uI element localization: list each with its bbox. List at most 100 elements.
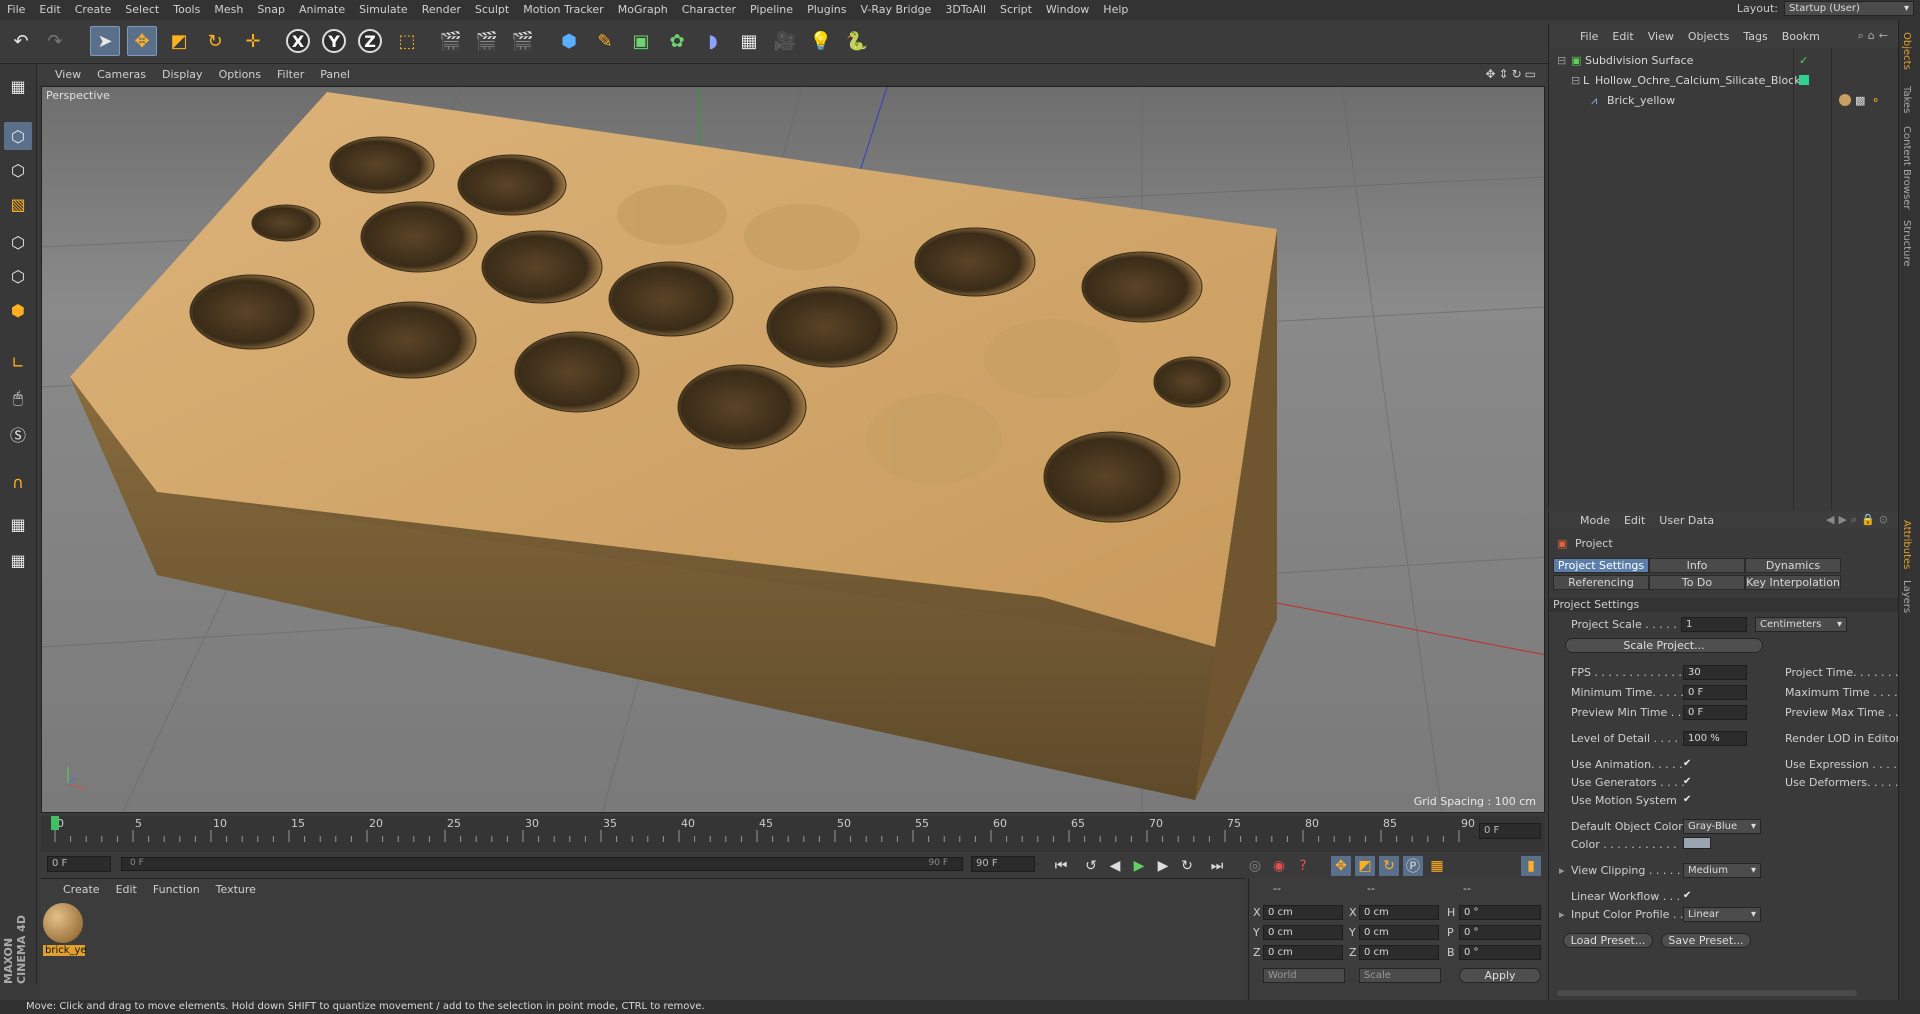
model-mode-icon[interactable]: ⬡ [4, 122, 32, 150]
material-swatch[interactable]: brick_ye [43, 903, 87, 961]
vp-menu-filter[interactable]: Filter [269, 68, 312, 81]
linear-workflow-checkbox[interactable]: ✔ [1683, 890, 1694, 901]
obj-menu-file[interactable]: File [1573, 30, 1605, 43]
select-tool-icon[interactable]: ➤ [90, 26, 120, 56]
z-axis-lock-icon[interactable]: Z [355, 26, 385, 56]
magnet-icon[interactable]: ∩ [4, 468, 32, 496]
object-row-brick[interactable]: ⩘ Brick_yellow ▩ ⚬ [1549, 91, 1895, 110]
input-profile-dropdown[interactable]: Linear ▾ [1683, 907, 1761, 922]
mat-menu-edit[interactable]: Edit [108, 883, 145, 896]
scale-project-button[interactable]: Scale Project... [1565, 638, 1763, 653]
edges-mode-icon[interactable]: ⬡ [4, 262, 32, 290]
obj-menu-edit[interactable]: Edit [1605, 30, 1640, 43]
menu-script[interactable]: Script [993, 0, 1039, 20]
make-editable-icon[interactable]: ▦ [4, 72, 32, 100]
size-y-field[interactable]: 0 cm [1359, 925, 1439, 940]
cube-primitive-icon[interactable]: ⬢ [554, 26, 584, 56]
menu-simulate[interactable]: Simulate [352, 0, 415, 20]
attr-nav-icons[interactable]: ◀▶⌕🔒⊙ [1826, 513, 1898, 527]
apply-button[interactable]: Apply [1459, 968, 1541, 983]
obj-menu-view[interactable]: View [1641, 30, 1681, 43]
tab-dynamics[interactable]: Dynamics [1745, 558, 1841, 573]
snapping-icon[interactable]: Ⓢ [4, 420, 32, 448]
rotation-b-field[interactable]: 0 ° [1459, 945, 1541, 960]
key-position-icon[interactable]: ✥ [1331, 856, 1351, 876]
mat-menu-create[interactable]: Create [55, 883, 108, 896]
color-swatch[interactable] [1683, 837, 1711, 849]
menu-edit[interactable]: Edit [32, 0, 67, 20]
menu-create[interactable]: Create [68, 0, 119, 20]
end-frame-field[interactable]: 90 F [971, 856, 1035, 872]
tab-project-settings[interactable]: Project Settings [1553, 558, 1649, 573]
menu-animate[interactable]: Animate [292, 0, 352, 20]
axis-mode-icon[interactable]: ∟ [4, 348, 32, 376]
render-view-icon[interactable]: 🎬 [436, 26, 466, 56]
menu-sculpt[interactable]: Sculpt [468, 0, 516, 20]
key-parameter-icon[interactable]: Ⓟ [1403, 856, 1423, 876]
rotation-h-field[interactable]: 0 ° [1459, 905, 1541, 920]
expand-arrow-icon[interactable]: ▸ [1559, 908, 1565, 921]
keyframe-selection-icon[interactable]: ? [1293, 856, 1313, 876]
menu-tools[interactable]: Tools [166, 0, 207, 20]
key-rotation-icon[interactable]: ↻ [1379, 856, 1399, 876]
spline-pen-icon[interactable]: ✎ [590, 26, 620, 56]
position-x-field[interactable]: 0 cm [1263, 905, 1343, 920]
light-icon[interactable]: 💡 [806, 26, 836, 56]
menu-mesh[interactable]: Mesh [207, 0, 250, 20]
lod-field[interactable]: 100 % [1683, 731, 1747, 746]
use-motion-checkbox[interactable]: ✔ [1683, 794, 1694, 805]
deformer-icon[interactable]: ◗ [698, 26, 728, 56]
3d-viewport[interactable]: Perspective Grid Spacing : 100 cm [41, 86, 1545, 813]
object-row-block[interactable]: ⊟ L Hollow_Ochre_Calcium_Silicate_Block [1549, 71, 1895, 90]
menu-window[interactable]: Window [1039, 0, 1096, 20]
play-forward-icon[interactable]: ▶ [1129, 856, 1149, 876]
menu-character[interactable]: Character [675, 0, 743, 20]
points-mode-icon[interactable]: ⬡ [4, 228, 32, 256]
camera-icon[interactable]: 🎥 [770, 26, 800, 56]
subdivision-generator-icon[interactable]: ▣ [626, 26, 656, 56]
tab-info[interactable]: Info [1649, 558, 1745, 573]
search-icon[interactable]: ⌕⌂← [1858, 29, 1898, 43]
view-clipping-dropdown[interactable]: Medium ▾ [1683, 863, 1761, 878]
next-key-icon[interactable]: ↻ [1177, 856, 1197, 876]
mat-menu-function[interactable]: Function [145, 883, 208, 896]
menu-file[interactable]: File [0, 0, 32, 20]
timeline-ruler[interactable]: 0 5 10 15 20 25 30 35 40 45 50 55 60 65 70 75 80 85 90 0 F [41, 816, 1545, 852]
menu-help[interactable]: Help [1096, 0, 1135, 20]
cloner-icon[interactable]: ✿ [662, 26, 692, 56]
scale-tool-icon[interactable]: ◩ [164, 26, 194, 56]
viewport-nav-icons[interactable]: ✥⇕↻▭ [1485, 67, 1545, 81]
timeline-window-icon[interactable]: ▮ [1521, 856, 1541, 876]
menu-snap[interactable]: Snap [250, 0, 292, 20]
autokey-icon[interactable]: ◉ [1269, 856, 1289, 876]
floor-scene-icon[interactable]: ▦ [734, 26, 764, 56]
key-pla-icon[interactable]: ▦ [1427, 856, 1447, 876]
go-to-end-icon[interactable]: ⏭ [1207, 856, 1227, 876]
obj-menu-objects[interactable]: Objects [1681, 30, 1737, 43]
material-tag-icon[interactable] [1839, 94, 1851, 106]
tweak-mode-icon[interactable]: 🖱 [4, 384, 32, 412]
menu-3dtoall[interactable]: 3DToAll [938, 0, 993, 20]
menu-mograph[interactable]: MoGraph [611, 0, 675, 20]
vp-menu-view[interactable]: View [47, 68, 89, 81]
texture-tag-icon[interactable]: ▩ [1855, 91, 1865, 110]
save-preset-button[interactable]: Save Preset... [1661, 933, 1751, 948]
size-x-field[interactable]: 0 cm [1359, 905, 1439, 920]
workplane-lock-icon[interactable]: ▦ [4, 510, 32, 538]
tab-key-interpolation[interactable]: Key Interpolation [1745, 575, 1841, 590]
coord-space-dropdown[interactable]: World [1263, 968, 1345, 983]
rotate-tool-icon[interactable]: ↻ [200, 26, 230, 56]
units-dropdown[interactable]: Centimeters ▾ [1755, 617, 1847, 632]
polygons-mode-icon[interactable]: ⬢ [4, 296, 32, 324]
coordinate-system-icon[interactable]: ⬚ [392, 26, 422, 56]
key-scale-icon[interactable]: ◩ [1355, 856, 1375, 876]
phong-tag-icon[interactable]: ⚬ [1871, 91, 1880, 110]
attr-menu-edit[interactable]: Edit [1617, 514, 1652, 527]
render-picture-viewer-icon[interactable]: 🎬 [472, 26, 502, 56]
menu-select[interactable]: Select [118, 0, 166, 20]
record-keys-icon[interactable]: ◎ [1245, 856, 1265, 876]
undo-icon[interactable]: ↶ [6, 26, 36, 56]
previous-key-icon[interactable]: ↺ [1081, 856, 1101, 876]
project-scale-field[interactable]: 1 [1681, 617, 1747, 632]
strip-tab-content-browser[interactable]: Content Browser [1901, 126, 1912, 209]
